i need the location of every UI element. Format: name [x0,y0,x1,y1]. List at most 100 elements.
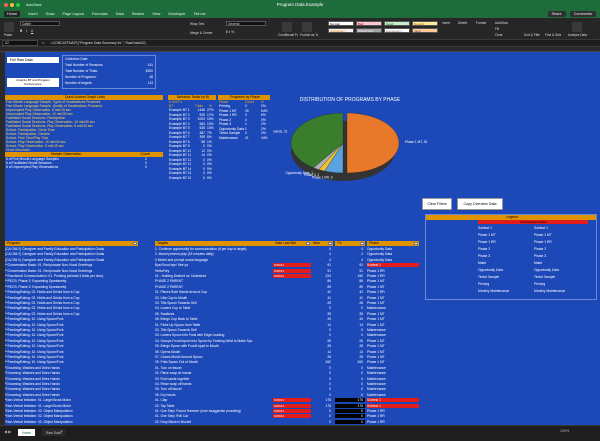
analyze-bt-button[interactable]: Analyze BT and Program Performance [7,78,59,87]
summary-value: 48 [149,75,153,79]
tab-page-layout[interactable]: Page Layout [63,12,84,16]
bt-percent: 10% [207,126,214,130]
format-table-icon[interactable] [302,22,312,32]
conditional-formatting-icon[interactable] [282,22,292,32]
table-cell-targets: 01. Places Both Hands Around Cup [155,290,207,295]
cell-style-good[interactable]: Good [384,21,410,26]
filter-dropdown-icon[interactable] [414,241,418,245]
table-cell-program: *Non-Verbal Imitation: 02. Object Manipu… [5,409,73,413]
worksheet[interactable]: Full Raw Data Analyze BT and Program Per… [5,52,600,425]
delete-cells-button[interactable]: Delete [458,21,467,25]
table-cell-new: 28 [327,344,331,349]
table-cell-program: *Non-Verbal Imitation: 01. Large/Gross M… [5,398,71,403]
table-cell-targets: 02. Drop Block in Bucket [155,419,192,424]
table-cell-t-s: 28 [359,344,363,349]
italic-button[interactable]: I [26,29,27,33]
add-sheet-icon[interactable]: + [60,429,63,435]
sort-filter-button[interactable]: Sort & Filter [524,33,540,37]
paste-button[interactable]: Paste [4,33,12,37]
sheet-tab-home[interactable]: Home [18,429,36,436]
table-cell-targets: 02. Place soap on hands [155,371,192,376]
nav-arrows-icon[interactable]: ◀ ▶ [4,429,11,434]
bt-name: Example BT 3 [169,117,190,121]
find-select-button[interactable]: Find & Select [545,33,561,37]
tab-developer[interactable]: Developer [168,12,185,16]
font-select[interactable]: Calibri [20,21,60,26]
table-cell-t-s: 14 [359,322,363,327]
currency-button[interactable]: $ ▾ % , [226,30,236,34]
insert-cells-button[interactable]: Insert [442,21,450,25]
column-header-phase[interactable]: Phase [367,241,419,246]
tab-home[interactable]: Home [4,10,21,17]
formula-input[interactable]: =CONCATENATE("Program Data Summary for "… [51,41,146,45]
table-cell-targets: 05. Turn off faucet [155,387,182,392]
table-cell-new: 0 [329,328,331,332]
autosum-button[interactable]: AutoSum [495,21,508,25]
table-cell-program: (CA ONLY) Caregiver and Family Education… [5,247,105,251]
table-cell-program: *Grooming: Washes and Dries Hands [5,387,60,392]
cell-style-input[interactable]: Input [412,28,438,33]
table-cell-targets: 06. Brings Cup Back to Table [155,317,198,322]
tab-tell-me[interactable]: Tell me [194,12,206,16]
table-cell-t-s: 86 [359,279,363,284]
comments-button[interactable]: Comments [569,10,596,17]
table-cell-phase: Maintenance [367,306,386,311]
wrap-text-button[interactable]: Wrap Text [190,22,204,26]
summary-value: 5300 [145,69,153,73]
bold-button[interactable]: B [20,29,22,33]
cell-style-explanatory[interactable]: Explanatory [384,28,410,33]
column-header-program[interactable]: Program [5,241,138,246]
bt-name: Example BT 10 [169,148,192,153]
table-cell-t-s: 33 [359,317,363,322]
phase-count: 21 [245,135,249,140]
tab-insert[interactable]: Insert [28,12,38,16]
merge-center-button[interactable]: Merge & Center [190,31,213,35]
table-cell-program: **PECS: Phase 2: Expanding Spontaneity [5,279,67,284]
underline-button[interactable]: U [31,29,33,33]
table-cell-targets: 02. Tilts Spoon Towards Self [155,328,197,332]
bt-percent: 0% [207,175,212,180]
table-cell-t-s: 160 [357,274,363,278]
pie-slice-phase-1-mt[interactable] [346,112,400,174]
name-box[interactable]: A2 [2,40,38,46]
legend-item: Timed Sample [478,275,500,279]
table-cell-new: 4 [329,257,331,262]
tab-view[interactable]: View [152,12,160,16]
full-raw-data-button[interactable]: Full Raw Data [7,57,59,63]
cell-style-bad[interactable]: Bad [356,21,382,26]
filter-dropdown-icon[interactable] [328,241,332,245]
bt-trials: 554 [199,121,205,126]
pie-chart-area[interactable]: DISTRIBUTION OF PROGRAMS BY PHASE Phase … [273,95,427,187]
cell-style-check-cell[interactable]: Check Cell [356,28,382,33]
filter-dropdown-icon[interactable] [133,241,137,245]
tab-draw[interactable]: Draw [46,12,55,16]
table-cell-new: 0 [329,371,331,376]
cell-style-neutral[interactable]: Neutral [412,21,438,26]
filter-dropdown-icon[interactable] [306,241,310,245]
bt-name: Example BT 13 [169,162,192,166]
cell-style-calculation[interactable]: Calculation [328,28,354,33]
cell-style-normal[interactable]: Normal [328,21,354,26]
number-format-select[interactable]: General [226,21,266,26]
zoom-level[interactable]: 100% [560,429,569,433]
status-bar: ◀ ▶ Home Raw Data + 100% [0,425,600,441]
table-cell-new: 28 [327,301,331,305]
bt-trials: 1446 [197,108,205,112]
analyze-data-button[interactable]: Analyze Data [568,33,588,37]
format-cells-button[interactable]: Format [476,21,486,25]
filter-dropdown-icon[interactable] [360,241,364,245]
clear-button[interactable]: Clear [495,33,503,37]
conditional-formatting-button[interactable]: Conditional Formatting [278,33,298,37]
format-as-table-button[interactable]: Format as Table [300,33,318,37]
tab-data[interactable]: Data [116,12,124,16]
paste-icon[interactable] [4,22,14,32]
copy-overview-button[interactable]: Copy Overview Data [457,198,503,210]
fill-button[interactable]: Fill [495,27,499,31]
tab-formulas[interactable]: Formulas [92,12,108,16]
bt-trials: 0 [203,157,205,162]
clear-filters-button[interactable]: Clear Filters [422,198,452,210]
analyze-data-icon[interactable] [572,22,582,32]
table-cell-program: *Grooming: Washes and Dries Hands [5,376,60,381]
tab-review[interactable]: Review [132,12,144,16]
share-button[interactable]: Share [547,10,566,17]
